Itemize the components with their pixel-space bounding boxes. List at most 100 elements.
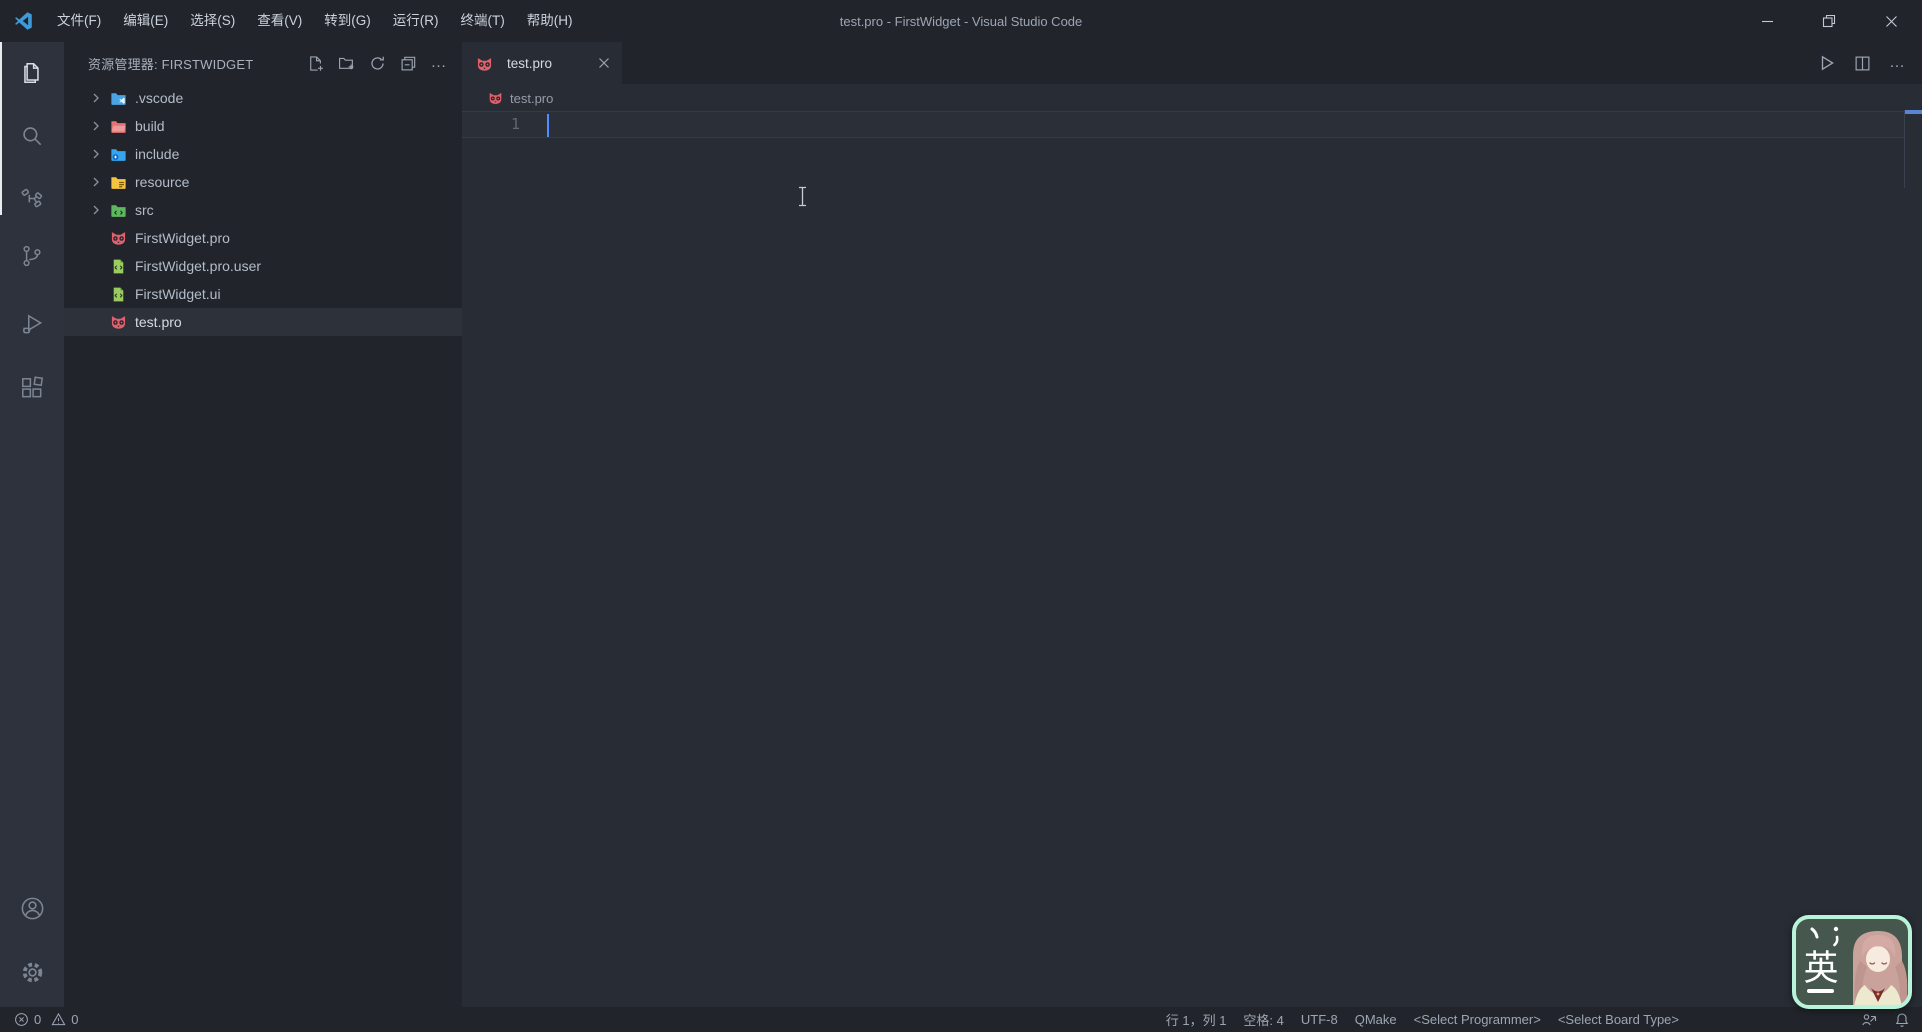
explorer-title: 资源管理器: FIRSTWIDGET [88, 56, 254, 72]
menu-edit[interactable]: 编辑(E) [112, 0, 179, 42]
scrollbar-border [1904, 110, 1905, 188]
refresh-icon[interactable] [368, 54, 386, 72]
menu-goto[interactable]: 转到(G) [313, 0, 382, 42]
line-number: 1 [510, 115, 520, 133]
xml-file-icon [110, 286, 127, 303]
errors-icon [14, 1012, 29, 1027]
select-board-type[interactable]: <Select Board Type> [1558, 1012, 1679, 1027]
notifications-bell-icon[interactable] [1894, 1012, 1910, 1028]
feedback-icon[interactable] [1861, 1012, 1877, 1028]
tree-item-label: FirstWidget.ui [135, 286, 221, 302]
menubar: 文件(F) 编辑(E) 选择(S) 查看(V) 转到(G) 运行(R) 终端(T… [46, 0, 584, 42]
run-and-debug-icon[interactable] [0, 300, 64, 348]
status-bar: 0 0 行 1，列 1 空格: 4 UTF-8 QMake <Select Pr… [0, 1007, 1922, 1032]
qmake-pro-file-icon [476, 56, 492, 71]
menu-run[interactable]: 运行(R) [382, 0, 450, 42]
explorer-header: 资源管理器: FIRSTWIDGET … [64, 42, 462, 84]
indentation[interactable]: 空格: 4 [1243, 1010, 1283, 1029]
folder-build-icon [110, 118, 127, 135]
tree-item-label: resource [135, 174, 190, 190]
account-icon[interactable] [0, 884, 64, 932]
close-button[interactable] [1860, 0, 1922, 42]
menu-file[interactable]: 文件(F) [46, 0, 112, 42]
tree-item-build-folder[interactable]: build [64, 112, 462, 140]
explorer-sidebar: 资源管理器: FIRSTWIDGET … .vscode build inclu… [64, 42, 462, 1007]
cursor-position[interactable]: 行 1，列 1 [1166, 1010, 1227, 1029]
vscode-logo-icon [14, 11, 34, 31]
tree-item-include-folder[interactable]: include [64, 140, 462, 168]
editor-group: test.pro … test.pro 1 [462, 42, 1922, 1007]
current-line-highlight [462, 111, 1905, 138]
breadcrumb-item[interactable]: test.pro [510, 91, 553, 106]
tree-item-label: src [135, 202, 154, 218]
tree-item-resource-folder[interactable]: resource [64, 168, 462, 196]
more-actions-icon[interactable]: … [430, 54, 448, 72]
folder-resource-icon [110, 174, 127, 191]
tree-item-src-folder[interactable]: src [64, 196, 462, 224]
settings-gear-icon[interactable] [0, 948, 64, 996]
breadcrumb[interactable]: test.pro [462, 84, 1922, 112]
problems-indicator[interactable]: 0 0 [14, 1012, 78, 1027]
search-icon[interactable] [0, 112, 64, 160]
tree-item-firstwidget-ui[interactable]: FirstWidget.ui [64, 280, 462, 308]
text-cursor [547, 114, 549, 137]
xml-file-icon [110, 258, 127, 275]
folder-vscode-icon [110, 90, 127, 107]
chevron-right-icon [88, 174, 104, 190]
error-count: 0 [34, 1012, 42, 1027]
warning-count: 0 [71, 1012, 79, 1027]
folder-include-icon [110, 146, 127, 163]
overview-ruler-cursor-mark [1905, 110, 1922, 114]
references-icon[interactable] [0, 174, 64, 222]
chevron-right-icon [88, 146, 104, 162]
ime-mode-character: 英 [1803, 949, 1838, 988]
minimize-button[interactable] [1736, 0, 1798, 42]
tree-item-label: include [135, 146, 180, 162]
language-mode[interactable]: QMake [1355, 1012, 1397, 1027]
vscode-window: 文件(F) 编辑(E) 选择(S) 查看(V) 转到(G) 运行(R) 终端(T… [0, 0, 1922, 1032]
qmake-pro-file-icon [110, 314, 127, 331]
split-editor-icon[interactable] [1854, 55, 1871, 72]
file-tree: .vscode build include resource src First… [64, 84, 462, 336]
menu-terminal[interactable]: 终端(T) [450, 0, 516, 42]
tree-item-firstwidget-pro-user[interactable]: FirstWidget.pro.user [64, 252, 462, 280]
ime-status-widget[interactable]: 英 [1790, 913, 1914, 1011]
tree-item-vscode-folder[interactable]: .vscode [64, 84, 462, 112]
tab-close-icon[interactable] [596, 55, 612, 71]
chevron-right-icon [88, 90, 104, 106]
run-file-icon[interactable] [1818, 54, 1836, 72]
explorer-icon[interactable] [0, 49, 64, 97]
encoding[interactable]: UTF-8 [1301, 1012, 1338, 1027]
tree-item-label: build [135, 118, 165, 134]
code-area[interactable]: 1 [462, 110, 1922, 1007]
activity-bar [0, 42, 64, 1007]
extensions-icon[interactable] [0, 364, 64, 412]
tree-item-firstwidget-pro[interactable]: FirstWidget.pro [64, 224, 462, 252]
folder-src-icon [110, 202, 127, 219]
warnings-icon [51, 1012, 66, 1027]
source-control-icon[interactable] [0, 232, 64, 280]
menu-view[interactable]: 查看(V) [246, 0, 313, 42]
explorer-toolbar: … [306, 42, 448, 84]
titlebar: 文件(F) 编辑(E) 选择(S) 查看(V) 转到(G) 运行(R) 终端(T… [0, 0, 1922, 42]
tab-test-pro[interactable]: test.pro [462, 42, 622, 84]
window-title: test.pro - FirstWidget - Visual Studio C… [839, 13, 1083, 29]
tab-label: test.pro [507, 55, 553, 71]
chevron-right-icon [88, 202, 104, 218]
qmake-pro-file-icon [488, 91, 503, 106]
menu-help[interactable]: 帮助(H) [516, 0, 584, 42]
tree-item-label: FirstWidget.pro.user [135, 258, 262, 274]
menu-selection[interactable]: 选择(S) [179, 0, 246, 42]
window-controls [1736, 0, 1922, 42]
tree-item-label: FirstWidget.pro [135, 230, 230, 246]
more-actions-icon[interactable]: … [1889, 55, 1906, 71]
collapse-folders-icon[interactable] [399, 54, 417, 72]
chevron-right-icon [88, 118, 104, 134]
restore-button[interactable] [1798, 0, 1860, 42]
select-programmer[interactable]: <Select Programmer> [1414, 1012, 1541, 1027]
tree-item-label: .vscode [135, 90, 184, 106]
new-file-icon[interactable] [306, 54, 324, 72]
new-folder-icon[interactable] [337, 54, 355, 72]
tree-item-test-pro[interactable]: test.pro [64, 308, 462, 336]
editor-actions: … [1818, 42, 1906, 84]
